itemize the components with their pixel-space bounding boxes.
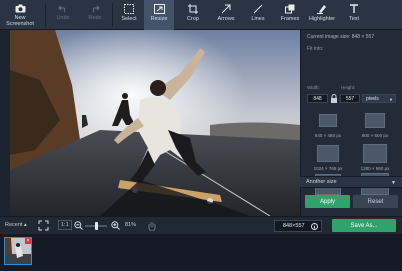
height-input[interactable]: 557 bbox=[340, 94, 360, 103]
fit-into-label: Fit into: bbox=[307, 46, 324, 52]
crop-tool-button[interactable]: Crop bbox=[180, 0, 206, 30]
recent-toggle[interactable]: Recent ▴ bbox=[5, 222, 27, 228]
another-size-toggle[interactable]: Another size ▼ bbox=[300, 176, 402, 188]
height-label: Height: bbox=[341, 85, 356, 90]
crop-icon bbox=[188, 4, 198, 14]
unit-select[interactable]: pixels ▼ bbox=[362, 94, 396, 103]
width-label: Width: bbox=[307, 85, 320, 90]
current-image-size: Current image size: 848 × 557 bbox=[307, 34, 375, 40]
info-icon[interactable] bbox=[311, 223, 318, 230]
highlighter-label: Highlighter bbox=[308, 16, 336, 22]
hand-icon[interactable] bbox=[148, 221, 156, 231]
image-canvas[interactable] bbox=[10, 30, 300, 216]
zoom-level: 81% bbox=[125, 222, 137, 228]
highlighter-tool-button[interactable]: Highlighter bbox=[306, 0, 338, 30]
image-size-value: 848×557 bbox=[283, 223, 305, 229]
select-label: Select bbox=[121, 16, 137, 22]
undo-label: Undo bbox=[56, 15, 70, 21]
new-screenshot-label: New Screenshot bbox=[6, 15, 34, 27]
resize-label: Resize bbox=[150, 16, 168, 22]
fit-to-window-icon[interactable] bbox=[38, 220, 49, 231]
recent-screenshots-strip: × bbox=[0, 234, 402, 271]
preset-1024x768[interactable]: 1024 × 768 px bbox=[307, 142, 349, 175]
lines-tool-button[interactable]: Lines bbox=[245, 0, 271, 30]
redo-icon bbox=[92, 5, 100, 13]
unit-value: pixels bbox=[366, 95, 379, 102]
select-icon bbox=[124, 4, 134, 14]
frames-tool-button[interactable]: Frames bbox=[276, 0, 304, 30]
lines-label: Lines bbox=[251, 16, 265, 22]
text-label: Text bbox=[348, 16, 360, 22]
undo-button[interactable]: Undo bbox=[52, 0, 74, 30]
frames-label: Frames bbox=[280, 16, 300, 22]
arrows-tool-button[interactable]: Arrows bbox=[212, 0, 240, 30]
camera-icon bbox=[15, 4, 25, 13]
zoom-out-icon[interactable] bbox=[74, 221, 83, 230]
chevron-down-icon: ▼ bbox=[391, 180, 396, 186]
save-as-button[interactable]: Save As... bbox=[332, 219, 396, 232]
actual-size-button[interactable]: 1:1 bbox=[58, 220, 72, 230]
recent-label: Recent bbox=[5, 222, 23, 228]
width-input[interactable]: 848 bbox=[307, 94, 328, 103]
chevron-down-icon: ▼ bbox=[389, 97, 393, 102]
resize-tool-button[interactable]: Resize bbox=[144, 0, 174, 30]
recent-thumbnail[interactable]: × bbox=[4, 237, 32, 265]
preset-640x480[interactable]: 640 × 480 px bbox=[307, 109, 349, 142]
arrows-label: Arrows bbox=[217, 16, 235, 22]
zoom-slider-handle[interactable] bbox=[95, 222, 98, 230]
crop-label: Crop bbox=[187, 16, 199, 22]
text-tool-button[interactable]: Text bbox=[342, 0, 366, 30]
reset-button[interactable]: Reset bbox=[353, 195, 398, 208]
close-icon[interactable]: × bbox=[25, 238, 31, 244]
redo-label: Redo bbox=[88, 15, 102, 21]
apply-button[interactable]: Apply bbox=[305, 195, 350, 208]
resize-icon bbox=[153, 4, 165, 14]
redo-button[interactable]: Redo bbox=[84, 0, 106, 30]
another-size-label: Another size bbox=[306, 179, 337, 185]
frames-icon bbox=[285, 4, 295, 14]
preset-800x600[interactable]: 800 × 600 px bbox=[354, 109, 396, 142]
image-size-display[interactable]: 848×557 bbox=[274, 220, 322, 232]
select-tool-button[interactable]: Select bbox=[116, 0, 142, 30]
skateboarder-photo bbox=[10, 30, 300, 216]
highlighter-icon bbox=[317, 5, 326, 14]
text-icon bbox=[350, 4, 358, 13]
line-icon bbox=[253, 4, 263, 14]
new-screenshot-button[interactable]: New Screenshot bbox=[2, 0, 38, 30]
resize-panel: Current image size: 848 × 557 Fit into: … bbox=[300, 30, 402, 216]
lock-icon[interactable] bbox=[330, 94, 338, 103]
preset-1280x960[interactable]: 1280 × 960 px bbox=[354, 142, 396, 175]
zoom-in-icon[interactable] bbox=[111, 221, 120, 230]
arrow-icon bbox=[221, 4, 231, 14]
undo-icon bbox=[58, 5, 66, 13]
toolbar: New Screenshot Undo Redo Select Resize C… bbox=[0, 0, 402, 30]
